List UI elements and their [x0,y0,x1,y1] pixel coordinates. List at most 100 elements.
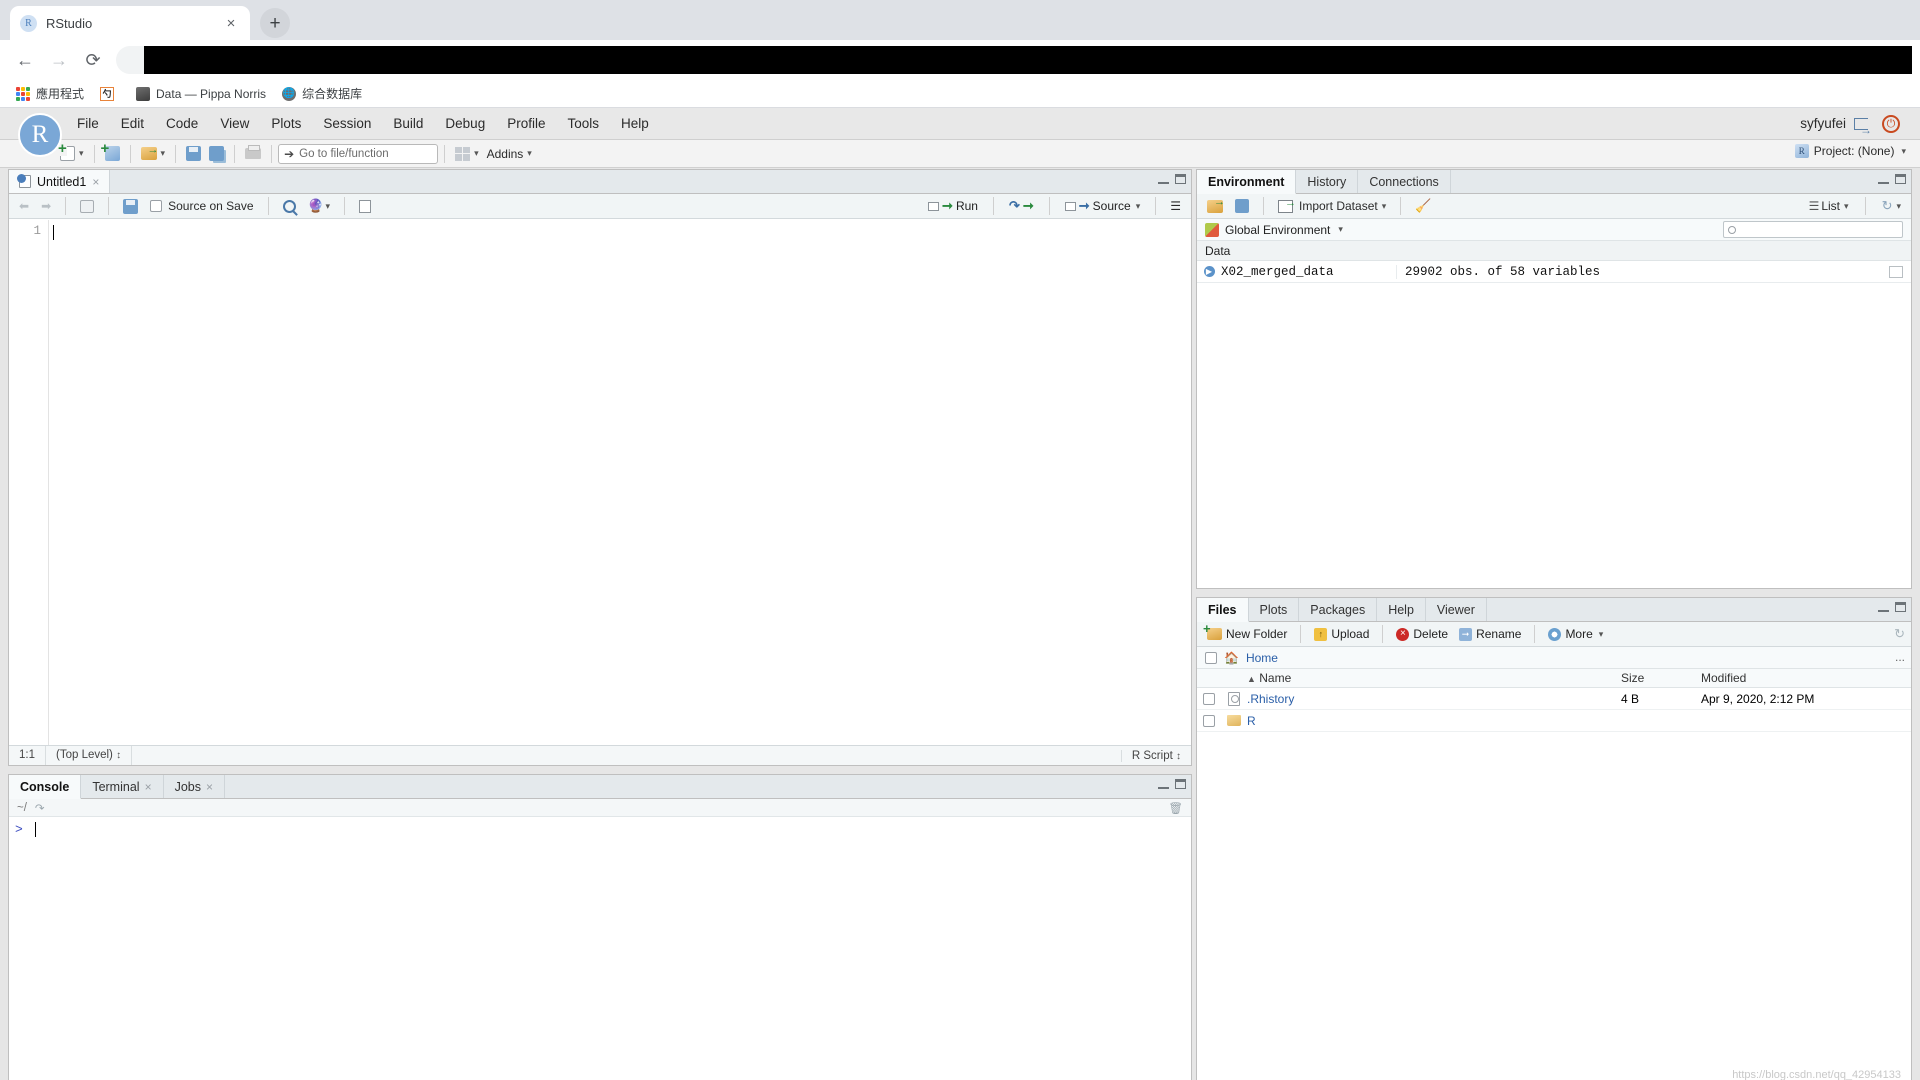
menu-debug[interactable]: Debug [434,108,496,140]
refresh-files-icon[interactable]: ↻ [1894,626,1905,642]
new-project-button[interactable] [101,140,124,165]
breadcrumb-home[interactable]: Home [1246,651,1278,665]
files-row[interactable]: R [1197,710,1911,732]
maximize-icon[interactable] [1895,602,1906,612]
tab-connections[interactable]: Connections [1358,170,1451,193]
tab-files[interactable]: Files [1197,598,1249,622]
tab-viewer[interactable]: Viewer [1426,598,1487,621]
view-mode-selector[interactable]: ☰ List ▾ [1805,195,1853,217]
run-button[interactable]: ➞ Run [923,198,983,214]
view-in-files-icon[interactable]: ↷ [35,801,45,815]
menu-session[interactable]: Session [312,108,382,140]
close-icon[interactable]: × [206,780,213,794]
menu-tools[interactable]: Tools [556,108,610,140]
tab-plots[interactable]: Plots [1249,598,1300,621]
menu-view[interactable]: View [209,108,260,140]
menu-help[interactable]: Help [610,108,660,140]
menu-code[interactable]: Code [155,108,209,140]
environment-row[interactable]: ▶ X02_merged_data 29902 obs. of 58 varia… [1197,261,1911,283]
save-workspace-button[interactable] [1231,195,1253,217]
row-checkbox[interactable] [1197,714,1221,727]
column-header-modified[interactable]: Modified [1701,671,1911,685]
import-dataset-button[interactable]: Import Dataset ▾ [1274,195,1390,217]
menu-build[interactable]: Build [382,108,434,140]
new-tab-button[interactable]: + [260,8,290,38]
forward-nav-button[interactable]: ➡ [37,195,55,217]
save-all-button[interactable] [205,143,228,165]
clear-console-icon[interactable]: 🗑 [1168,801,1183,815]
tab-packages[interactable]: Packages [1299,598,1378,621]
tab-console[interactable]: Console [9,775,82,799]
power-icon[interactable]: ⏻ [1882,115,1900,133]
refresh-button[interactable]: ↻ ▾ [1878,195,1905,217]
show-in-new-window-button[interactable] [76,195,98,217]
back-nav-button[interactable]: ⬅ [15,195,33,217]
close-icon[interactable]: × [145,780,152,794]
delete-button[interactable]: × Delete [1392,627,1452,641]
maximize-icon[interactable] [1175,779,1186,789]
editor-code-area[interactable] [49,220,1191,745]
menu-plots[interactable]: Plots [260,108,312,140]
scope-selector[interactable]: (Top Level) ↕ [46,746,133,765]
browser-tab[interactable]: R RStudio × [10,6,250,40]
tab-jobs[interactable]: Jobs × [164,775,225,798]
rename-button[interactable]: ➞ Rename [1455,627,1525,641]
more-options-icon[interactable]: ... [1895,650,1905,664]
pane-layout-button[interactable]: ▾ [451,143,483,165]
open-file-button[interactable]: ▾ [137,143,170,165]
print-button[interactable] [241,143,265,165]
back-icon[interactable]: ← [8,43,42,77]
code-tools-button[interactable]: 🔮 ▾ [304,195,335,217]
source-button[interactable]: ➞ Source ▾ [1060,198,1145,214]
file-name[interactable]: R [1247,714,1621,728]
new-folder-button[interactable]: New Folder [1203,621,1291,641]
close-icon[interactable]: × [92,175,99,189]
more-button[interactable]: More ▾ [1544,627,1607,641]
row-checkbox[interactable] [1197,692,1221,705]
find-replace-button[interactable] [279,195,300,217]
upload-button[interactable]: ↑ Upload [1310,627,1373,641]
console-output[interactable]: > [9,818,1191,1080]
minimize-icon[interactable] [1158,780,1169,789]
tab-help[interactable]: Help [1377,598,1426,621]
source-editor[interactable]: 1 [9,220,1191,745]
column-header-size[interactable]: Size [1621,671,1701,685]
forward-icon[interactable]: → [42,43,76,77]
tab-history[interactable]: History [1296,170,1359,193]
file-name[interactable]: .Rhistory [1247,692,1621,706]
bookmark-pippa-norris[interactable]: Data — Pippa Norris [130,82,272,106]
minimize-icon[interactable] [1878,603,1889,612]
clear-workspace-button[interactable]: 🧹 [1411,195,1435,217]
addins-button[interactable]: Addins ▾ [483,143,536,165]
document-type-selector[interactable]: R Script ↕ [1120,749,1191,762]
files-row[interactable]: .Rhistory 4 B Apr 9, 2020, 2:12 PM [1197,688,1911,710]
column-header-name[interactable]: ▲ Name [1247,671,1621,685]
minimize-icon[interactable] [1878,175,1889,184]
source-tab-untitled1[interactable]: Untitled1 × [9,170,111,193]
load-workspace-button[interactable] [1203,195,1227,217]
menu-file[interactable]: File [66,108,110,140]
go-to-file-input[interactable]: ➔ Go to file/function [278,143,439,164]
tab-terminal[interactable]: Terminal × [81,775,164,798]
sign-out-icon[interactable] [1854,114,1872,146]
expand-icon[interactable]: ▶ [1197,266,1221,277]
compile-report-button[interactable] [355,195,375,217]
bookmark-apps[interactable]: 應用程式 [10,82,90,106]
source-on-save-checkbox[interactable]: Source on Save [146,195,257,217]
minimize-icon[interactable] [1158,175,1169,184]
document-outline-button[interactable]: ☰ [1166,195,1185,217]
menu-profile[interactable]: Profile [496,108,556,140]
maximize-icon[interactable] [1175,174,1186,184]
environment-search-input[interactable] [1723,221,1903,238]
new-file-button[interactable]: ▾ [56,141,88,165]
project-selector[interactable]: R Project: (None) ▾ [1794,144,1906,158]
close-icon[interactable]: × [222,14,240,32]
bookmark-ec[interactable]: 勺 [94,82,126,106]
save-button[interactable] [182,143,205,165]
maximize-icon[interactable] [1895,174,1906,184]
address-bar[interactable] [116,46,1912,74]
environment-scope-label[interactable]: Global Environment [1225,223,1330,237]
reload-icon[interactable]: ⟳ [76,43,110,77]
tab-environment[interactable]: Environment [1197,170,1297,194]
bookmark-database[interactable]: 🌐 综合数据库 [276,82,368,106]
